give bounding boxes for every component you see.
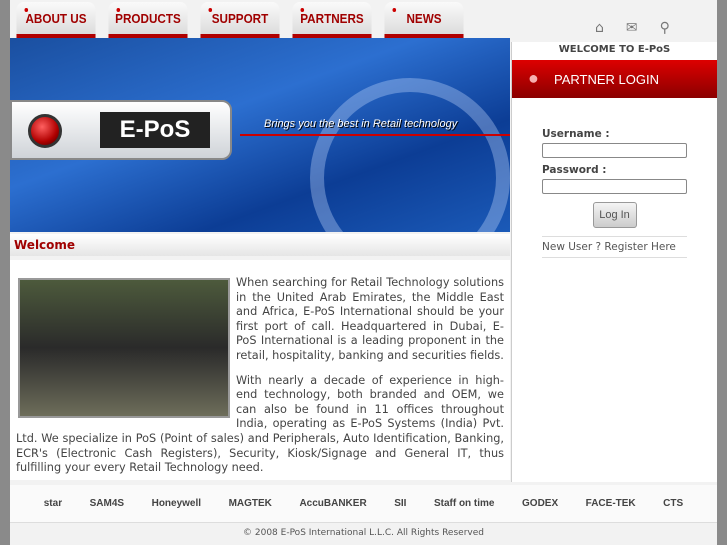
users-icon: ●	[528, 68, 539, 88]
logo-text: E-PoS	[100, 112, 210, 148]
banner-graphic	[310, 78, 510, 232]
top-nav: ABOUT US PRODUCTS SUPPORT PARTNERS NEWS	[10, 0, 510, 38]
partner-logos: star SAM4S Honeywell MAGTEK AccuBANKER S…	[10, 485, 717, 523]
main-content: When searching for Retail Technology sol…	[10, 260, 510, 480]
utility-icons: ⌂ ✉ ⚲	[595, 20, 670, 36]
logo-button-icon	[28, 114, 62, 148]
partner-login-header: ● PARTNER LOGIN	[512, 60, 717, 98]
partner-logo[interactable]: SAM4S	[90, 498, 124, 509]
nav-news[interactable]: NEWS	[384, 2, 464, 38]
login-panel: WELCOME TO E-PoS ● PARTNER LOGIN Usernam…	[511, 42, 717, 482]
divider	[240, 134, 510, 136]
username-input[interactable]	[542, 143, 687, 158]
partner-logo[interactable]: AccuBANKER	[299, 498, 366, 509]
password-label: Password :	[542, 164, 607, 176]
partner-logo[interactable]: FACE-TEK	[586, 498, 636, 509]
partner-login-label: PARTNER LOGIN	[554, 71, 659, 87]
page: ABOUT US PRODUCTS SUPPORT PARTNERS NEWS …	[10, 0, 717, 545]
register-link[interactable]: New User ? Register Here	[542, 236, 687, 258]
partner-logo[interactable]: GODEX	[522, 498, 558, 509]
password-input[interactable]	[542, 179, 687, 194]
logo[interactable]: E-PoS	[10, 100, 232, 160]
login-form: Username : Password : Log In New User ? …	[512, 98, 717, 258]
partner-logo[interactable]: SII	[394, 498, 406, 509]
home-icon[interactable]: ⌂	[595, 20, 604, 36]
team-photo	[18, 278, 230, 418]
login-button[interactable]: Log In	[592, 202, 637, 228]
partner-logo[interactable]: star	[44, 498, 62, 509]
mail-icon[interactable]: ✉	[626, 20, 638, 36]
nav-products[interactable]: PRODUCTS	[108, 2, 188, 38]
copyright: © 2008 E-PoS International L.L.C. All Ri…	[243, 528, 484, 538]
partner-logo[interactable]: Honeywell	[152, 498, 201, 509]
nav-partners[interactable]: PARTNERS	[292, 2, 372, 38]
username-label: Username :	[542, 128, 610, 140]
welcome-title: WELCOME TO E-PoS	[558, 44, 671, 55]
tagline: Brings you the best in Retail technology	[264, 118, 458, 130]
welcome-heading: Welcome	[10, 234, 510, 256]
nav-support[interactable]: SUPPORT	[200, 2, 280, 38]
partner-logo[interactable]: Staff on time	[434, 498, 495, 509]
partner-logo[interactable]: CTS	[663, 498, 683, 509]
banner: E-PoS Brings you the best in Retail tech…	[10, 38, 510, 232]
search-icon[interactable]: ⚲	[660, 20, 670, 36]
partner-logo[interactable]: MAGTEK	[229, 498, 272, 509]
nav-about-us[interactable]: ABOUT US	[16, 2, 96, 38]
